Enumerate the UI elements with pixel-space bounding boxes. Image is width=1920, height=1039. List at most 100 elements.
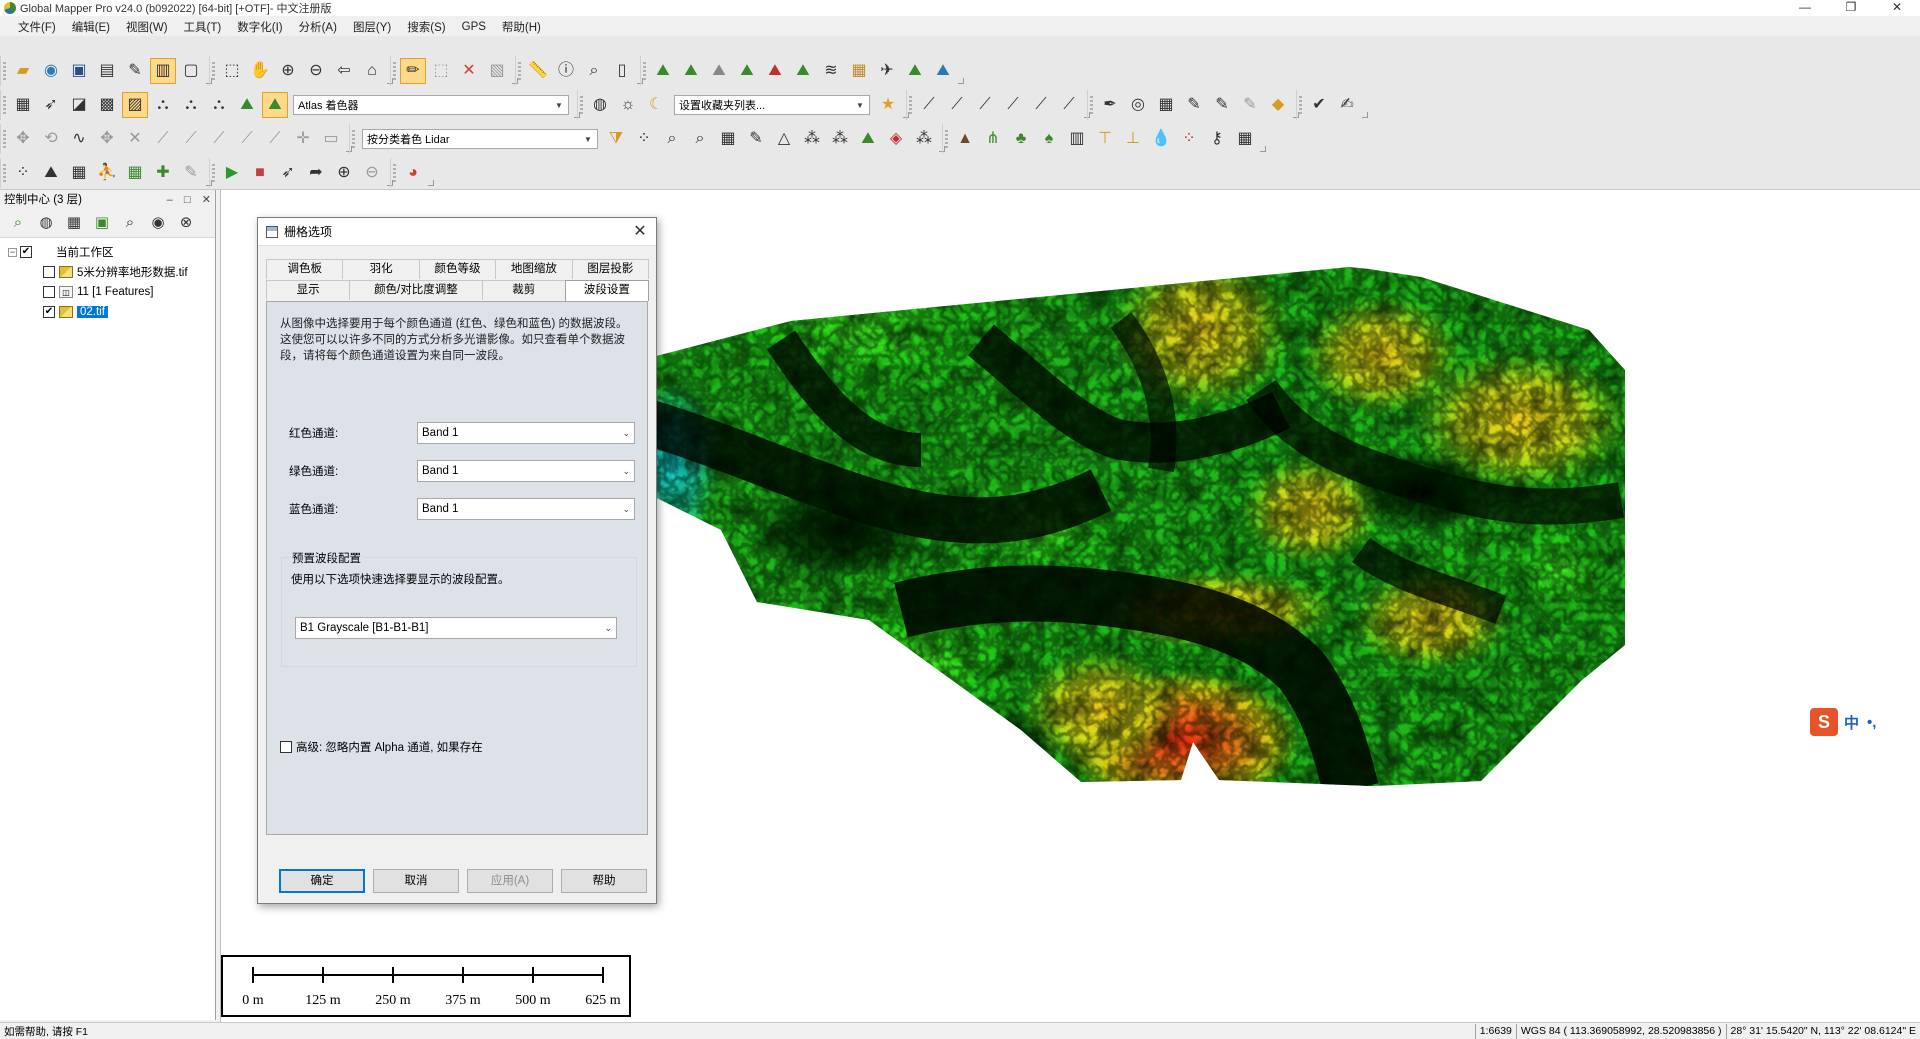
tab-display[interactable]: 显示 [266,280,351,300]
apply-button[interactable]: 应用(A) [467,869,553,893]
layer-zoom-icon[interactable]: ⌕ [5,211,31,235]
lidar-icon-2[interactable]: ⛬ [178,92,204,118]
lidar-icon-1[interactable]: ⛬ [150,92,176,118]
menu-analysis[interactable]: 分析(A) [291,19,345,35]
panel-close-button[interactable]: ✕ [202,194,211,206]
mesh-icon[interactable]: ⛰ [855,126,881,152]
draw-line-icon-5[interactable]: ⟋ [1028,92,1054,118]
ignore-alpha-checkbox[interactable] [280,741,292,753]
vertex-icon[interactable]: ✎ [1181,92,1207,118]
green-channel-select[interactable]: Band 1 ⌄ [417,460,635,482]
layer-search-icon[interactable]: ⌕ [117,211,143,235]
panel-minimize-button[interactable]: – [167,194,173,206]
feature-icon[interactable]: ➶ [38,92,64,118]
star-icon[interactable]: ★ [875,92,901,118]
print-icon[interactable]: ▤ [94,58,120,84]
gps-route-icon[interactable]: ▦ [122,160,148,186]
building-icon[interactable]: ▥ [1064,126,1090,152]
help-button[interactable]: 帮助 [561,869,647,893]
wrench-icon[interactable]: ✎ [122,58,148,84]
terrain-icon-1[interactable]: ⛰ [650,58,676,84]
erase-icon[interactable]: ✎ [1237,92,1263,118]
powerline-icon[interactable]: ⊥ [1120,126,1146,152]
water-icon[interactable]: 💧 [1148,126,1174,152]
shapes-icon[interactable]: ◆ [1265,92,1291,118]
line-tool-icon-1[interactable]: ⟋ [150,126,176,152]
contour-icon[interactable]: ≋ [818,58,844,84]
minimize-button[interactable]: — [1782,0,1828,16]
layer-checkbox[interactable] [43,266,55,278]
cluster-icon-2[interactable]: ⁂ [827,126,853,152]
menu-layer[interactable]: 图层(Y) [345,19,399,35]
target-icon[interactable]: ◎ [1125,92,1151,118]
web-globe-icon[interactable]: ◍ [587,92,613,118]
restore-button[interactable]: ❐ [1828,0,1874,16]
forward-icon[interactable]: ➦ [303,160,329,186]
grass-icon[interactable]: ⋔ [980,126,1006,152]
tab-palette[interactable]: 调色板 [266,259,344,279]
globe-icon[interactable]: ◉ [38,58,64,84]
preset-band-select[interactable]: B1 Grayscale [B1-B1-B1] ⌄ [295,617,617,639]
watershed-icon[interactable]: ⛰ [790,58,816,84]
draw-line-icon-4[interactable]: ⟋ [1000,92,1026,118]
edit-doc-icon[interactable]: ✍ [1334,92,1360,118]
gps-points-icon[interactable]: ⁘ [10,160,36,186]
terrain-icon-5[interactable]: ⛰ [762,58,788,84]
draw-line-icon-6[interactable]: ⟋ [1056,92,1082,118]
dialog-close-icon[interactable]: ✕ [630,222,650,242]
edit-attr-icon[interactable]: ▧ [484,58,510,84]
shrub-icon[interactable]: ♣ [1008,126,1034,152]
back-arrow-icon[interactable]: ⇦ [331,58,357,84]
tab-color-grade[interactable]: 颜色等级 [418,259,497,279]
cancel-button[interactable]: 取消 [373,869,459,893]
stop-icon[interactable]: ■ [247,160,273,186]
ime-indicator[interactable]: S 中 •, [1810,708,1902,736]
play-icon[interactable]: ▶ [219,160,245,186]
delete-icon[interactable]: ✕ [456,58,482,84]
home-icon[interactable]: ⌂ [359,58,385,84]
zoom-select-icon[interactable]: ⬚ [219,58,245,84]
ime-punctuation[interactable]: •, [1867,714,1876,731]
layer-options-icon[interactable]: ◍ [33,211,59,235]
workspace-node[interactable]: − ✔ 当前工作区 [0,242,215,262]
lidar-icon-3[interactable]: ⛬ [206,92,232,118]
elevation-icon[interactable]: ⛰ [234,92,260,118]
edit-points-icon[interactable]: ✎ [743,126,769,152]
ignore-alpha-option[interactable]: 高级: 忽略内置 Alpha 通道, 如果存在 [280,739,483,755]
grid-edit-icon[interactable]: ▦ [1153,92,1179,118]
layer-add-icon[interactable]: ▣ [89,211,115,235]
open-folder-icon[interactable]: ▰ [10,58,36,84]
collapse-toggle-icon[interactable]: − [8,247,17,257]
mountain-icon[interactable]: ▲ [952,126,978,152]
gps-puzzle-icon[interactable]: ✚ [150,160,176,186]
line-tool-icon-5[interactable]: ⟋ [262,126,288,152]
tab-crop[interactable]: 裁剪 [481,280,566,300]
terrain-icon-4[interactable]: ⛰ [734,58,760,84]
menu-edit[interactable]: 编辑(E) [64,19,118,35]
lidar-select[interactable]: 按分类着色 Lidar ▼ [362,129,598,149]
line-tool-icon-2[interactable]: ⟋ [178,126,204,152]
layer-checkbox[interactable]: ✔ [43,306,55,318]
attribute-table-icon[interactable]: ▦ [61,211,87,235]
ruler-small-icon[interactable]: ▭ [318,126,344,152]
gps-map-icon[interactable]: ▦ [66,160,92,186]
3d-view-icon[interactable]: ◪ [66,92,92,118]
workspace-checkbox[interactable]: ✔ [20,246,32,258]
points-search-icon[interactable]: ⌕ [659,126,685,152]
pencil-icon[interactable]: ✏ [400,58,426,84]
move-icon[interactable]: ✥ [10,126,36,152]
3d-box-icon[interactable]: ▩ [94,92,120,118]
triangle-icon[interactable]: △ [771,126,797,152]
cut-fill-icon[interactable]: ⛰ [930,58,956,84]
points-icon-1[interactable]: ⁘ [631,126,657,152]
tab-layer-projection[interactable]: 图层投影 [571,259,650,279]
gps-person-icon[interactable]: ⛹ [94,160,120,186]
line-tool-icon-3[interactable]: ⟋ [206,126,232,152]
check-icon[interactable]: ✔ [1306,92,1332,118]
shader-toggle-icon[interactable]: ▨ [122,92,148,118]
segment-icon[interactable]: ▦ [1232,126,1258,152]
add-point-icon[interactable]: ⊕ [331,160,357,186]
blue-channel-select[interactable]: Band 1 ⌄ [417,498,635,520]
zoom-in-icon[interactable]: ⊕ [275,58,301,84]
overview-icon[interactable]: ▢ [178,58,204,84]
